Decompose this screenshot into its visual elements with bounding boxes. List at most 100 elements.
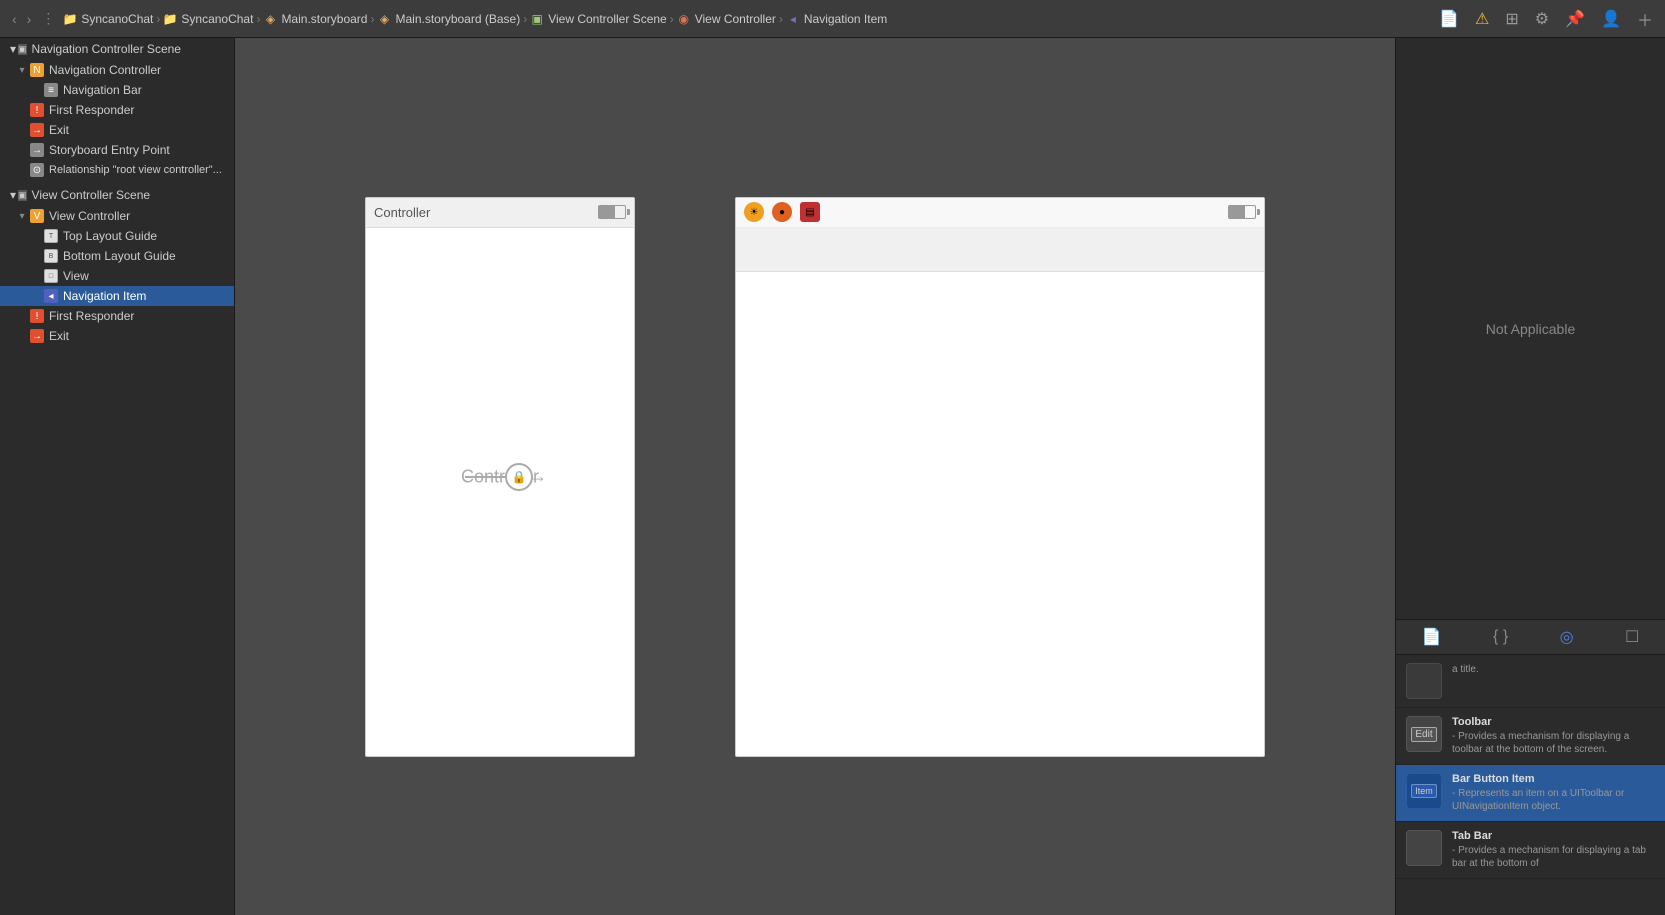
- exit-1-item[interactable]: → Exit: [0, 120, 234, 140]
- library-item-toolbar[interactable]: Edit Toolbar - Provides a mechanism for …: [1396, 708, 1665, 765]
- library-item-bar-button[interactable]: Item Bar Button Item - Represents an ite…: [1396, 765, 1665, 822]
- disclosure-vc: ▾: [16, 211, 28, 222]
- vc-scene-icon: ▣: [18, 190, 27, 201]
- library-toolbar-desc: - Provides a mechanism for displaying a …: [1452, 730, 1655, 756]
- breadcrumb-nav-item[interactable]: ◂ Navigation Item: [786, 12, 887, 26]
- storyboard-entry-label: Storyboard Entry Point: [49, 143, 170, 157]
- bottom-layout-label: Bottom Layout Guide: [63, 249, 176, 263]
- top-bar: ‹ › ⋮ 📁 SyncanoChat › 📁 SyncanoChat › ◈ …: [0, 0, 1665, 38]
- nav-controller-label: Navigation Controller: [49, 63, 161, 77]
- breadcrumb-syncanochat-1[interactable]: 📁 SyncanoChat: [63, 12, 153, 26]
- view-controller-item[interactable]: ▾ V View Controller: [0, 206, 234, 226]
- nav-controller-item[interactable]: ▾ N Navigation Controller: [0, 60, 234, 80]
- exit-1-label: Exit: [49, 123, 69, 137]
- nav-forward-button[interactable]: ›: [23, 9, 36, 29]
- storyboard-canvas[interactable]: Controller Controller 🔒 →: [235, 38, 1395, 915]
- vc-panel[interactable]: ☀ ● ▤: [735, 197, 1265, 757]
- gear-button[interactable]: ⚙: [1531, 7, 1553, 31]
- folder-icon: 📁: [63, 12, 77, 26]
- breadcrumb-view-controller[interactable]: ◉ View Controller: [677, 12, 776, 26]
- first-responder-2-label: First Responder: [49, 309, 134, 323]
- breadcrumb-vc-scene[interactable]: ▣ View Controller Scene: [530, 12, 667, 26]
- right-panel-toolbar: 📄 { } ◎ ☐: [1396, 619, 1665, 655]
- rp-brackets-button[interactable]: { }: [1485, 624, 1516, 650]
- storyboard-icon: ◈: [263, 12, 277, 26]
- responder-icon-2: !: [30, 309, 44, 323]
- battery-icon-left: [598, 205, 626, 219]
- nav-item-item[interactable]: ◂ Navigation Item: [0, 286, 234, 306]
- view-item[interactable]: □ View: [0, 266, 234, 286]
- responder-icon-1: !: [30, 103, 44, 117]
- rp-circle-button[interactable]: ◎: [1552, 623, 1582, 651]
- library-bar-button-text: Bar Button Item - Represents an item on …: [1452, 773, 1655, 813]
- pin-button[interactable]: 📌: [1561, 7, 1589, 31]
- library-tab-bar-text: Tab Bar - Provides a mechanism for displ…: [1452, 830, 1655, 870]
- breadcrumb-main-storyboard[interactable]: ◈ Main.storyboard: [263, 12, 367, 26]
- vc-scene-label: View Controller Scene: [32, 188, 151, 202]
- vc-navigation-bar: [736, 228, 1264, 272]
- nav-bar-label: Navigation Bar: [63, 83, 142, 97]
- vc-red-icon: ▤: [800, 202, 820, 222]
- nav-controller-scene-header[interactable]: ▾ ▣ Navigation Controller Scene: [0, 38, 234, 60]
- breadcrumb-main-storyboard-base[interactable]: ◈ Main.storyboard (Base): [377, 12, 520, 26]
- library-item-partial[interactable]: a title.: [1396, 655, 1665, 708]
- relationship-icon: ⊙: [30, 163, 44, 177]
- library-tab-bar-icon: [1406, 830, 1442, 866]
- right-panel-not-applicable: Not Applicable: [1396, 38, 1665, 619]
- nav-item-icon: ◂: [44, 289, 58, 303]
- vc-icon: ◉: [677, 12, 691, 26]
- rp-doc-button[interactable]: 📄: [1414, 623, 1450, 651]
- controller-panel-title: Controller: [374, 205, 430, 220]
- doc-button[interactable]: 📄: [1435, 7, 1463, 31]
- library-toolbar-title: Toolbar: [1452, 716, 1655, 728]
- battery-icon-right: [1228, 205, 1256, 219]
- storyboard-entry-icon: →: [30, 143, 44, 157]
- person-button[interactable]: 👤: [1597, 7, 1625, 31]
- exit-icon-1: →: [30, 123, 44, 137]
- relationship-item[interactable]: ⊙ Relationship "root view controller"...: [0, 160, 234, 180]
- top-layout-label: Top Layout Guide: [63, 229, 157, 243]
- main-layout: ▾ ▣ Navigation Controller Scene ▾ N Navi…: [0, 38, 1665, 915]
- nav-arrows: ‹ › ⋮: [8, 8, 59, 29]
- view-ctrl-icon: V: [30, 209, 44, 223]
- first-responder-1-label: First Responder: [49, 103, 134, 117]
- top-layout-item[interactable]: T Top Layout Guide: [0, 226, 234, 246]
- view-icon: □: [44, 269, 58, 283]
- nav-back-button[interactable]: ‹: [8, 9, 21, 29]
- storyboard-base-icon: ◈: [377, 12, 391, 26]
- library-tab-bar-title: Tab Bar: [1452, 830, 1655, 842]
- segue-line-left: [465, 476, 505, 478]
- lock-icon: 🔒: [512, 470, 527, 484]
- toolbar-icon-label: Edit: [1411, 727, 1436, 742]
- vc-panel-top: ☀ ● ▤: [736, 198, 1264, 228]
- nav-bar-item[interactable]: ≡ Navigation Bar: [0, 80, 234, 100]
- segue-arrowhead: →: [529, 466, 547, 487]
- navigator-panel: ▾ ▣ Navigation Controller Scene ▾ N Navi…: [0, 38, 235, 915]
- first-responder-1-item[interactable]: ! First Responder: [0, 100, 234, 120]
- nav-ctrl-icon: N: [30, 63, 44, 77]
- library-toolbar-icon: Edit: [1406, 716, 1442, 752]
- navitem-icon: ◂: [786, 12, 800, 26]
- plus-button[interactable]: ＋: [1633, 5, 1657, 33]
- rp-square-button[interactable]: ☐: [1617, 623, 1647, 651]
- storyboard-entry-item[interactable]: → Storyboard Entry Point: [0, 140, 234, 160]
- library-item-tab-bar[interactable]: Tab Bar - Provides a mechanism for displ…: [1396, 822, 1665, 879]
- disclosure-nav-ctrl: ▾: [16, 65, 28, 76]
- bottom-layout-icon: B: [44, 249, 58, 263]
- exit-2-item[interactable]: → Exit: [0, 326, 234, 346]
- canvas-content: Controller Controller 🔒 →: [235, 38, 1395, 915]
- nav-list-button[interactable]: ⋮: [37, 8, 59, 29]
- breadcrumb-syncanochat-2[interactable]: 📁 SyncanoChat: [163, 12, 253, 26]
- grid-button[interactable]: ⊞: [1501, 7, 1522, 31]
- relationship-label: Relationship "root view controller"...: [49, 164, 222, 176]
- view-controller-label: View Controller: [49, 209, 130, 223]
- exit-icon-2: →: [30, 329, 44, 343]
- vc-scene-header[interactable]: ▾ ▣ View Controller Scene: [0, 184, 234, 206]
- warning-button[interactable]: ⚠: [1471, 7, 1493, 31]
- first-responder-2-item[interactable]: ! First Responder: [0, 306, 234, 326]
- vc-orange-icon: ●: [772, 202, 792, 222]
- bottom-layout-item[interactable]: B Bottom Layout Guide: [0, 246, 234, 266]
- library-bar-button-desc: - Represents an item on a UIToolbar or U…: [1452, 787, 1655, 813]
- exit-2-label: Exit: [49, 329, 69, 343]
- nav-controller-scene-label: Navigation Controller Scene: [32, 42, 181, 56]
